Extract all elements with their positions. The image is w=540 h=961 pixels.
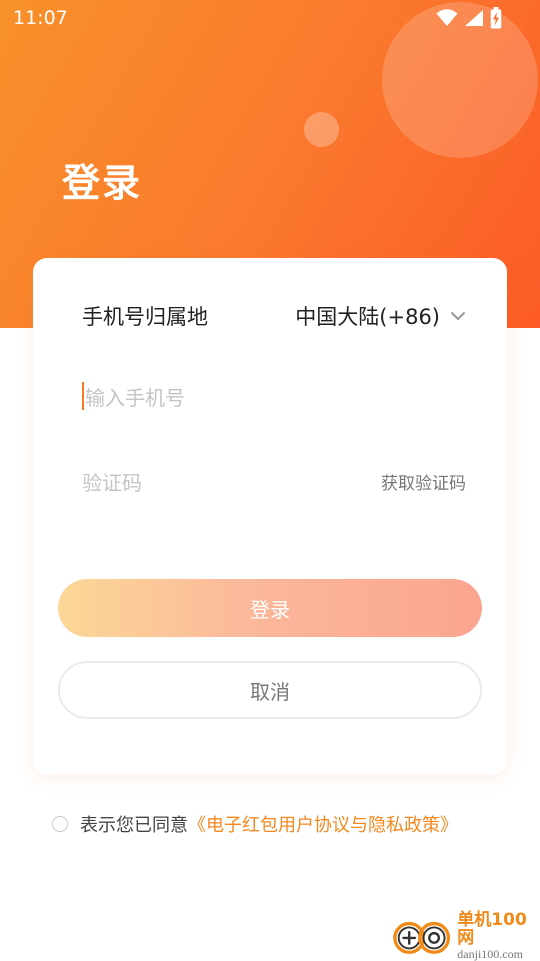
watermark-domain: danji100.com — [457, 947, 523, 961]
status-icons — [436, 7, 502, 29]
watermark-text: 单机100网 danji100.com — [457, 909, 540, 961]
region-selector[interactable]: 中国大陆(+86) — [295, 301, 466, 331]
cancel-button[interactable]: 取消 — [58, 661, 482, 719]
login-card: 手机号归属地 中国大陆(+86) 输入手机号 验证码 获取验证码 登录 取消 — [33, 258, 507, 774]
agreement-text: 表示您已同意 — [80, 815, 188, 836]
watermark-logo-icon — [393, 921, 451, 954]
signal-icon — [465, 10, 483, 26]
decorative-circle-small — [304, 112, 339, 147]
code-input[interactable]: 验证码 — [82, 467, 142, 496]
agreement-row: 表示您已同意 《电子红包用户协议与隐私政策》 — [52, 812, 458, 836]
watermark-name: 单机100网 — [457, 909, 527, 949]
text-cursor — [82, 382, 84, 410]
battery-charging-icon — [490, 7, 502, 29]
phone-placeholder: 输入手机号 — [85, 385, 185, 410]
status-time: 11:07 — [13, 7, 68, 29]
login-button[interactable]: 登录 — [58, 579, 482, 637]
agreement-checkbox[interactable] — [52, 816, 68, 832]
get-code-button[interactable]: 获取验证码 — [381, 469, 466, 494]
code-row: 验证码 获取验证码 — [82, 463, 466, 499]
region-value: 中国大陆(+86) — [295, 305, 440, 329]
page-title: 登录 — [62, 161, 143, 205]
region-row: 手机号归属地 中国大陆(+86) — [82, 298, 466, 334]
watermark: 单机100网 danji100.com — [392, 909, 540, 961]
wifi-icon — [436, 9, 458, 26]
chevron-down-icon — [451, 312, 465, 320]
phone-input[interactable]: 输入手机号 — [82, 378, 466, 414]
agreement-link[interactable]: 《电子红包用户协议与隐私政策》 — [188, 811, 458, 837]
region-label: 手机号归属地 — [82, 305, 208, 329]
